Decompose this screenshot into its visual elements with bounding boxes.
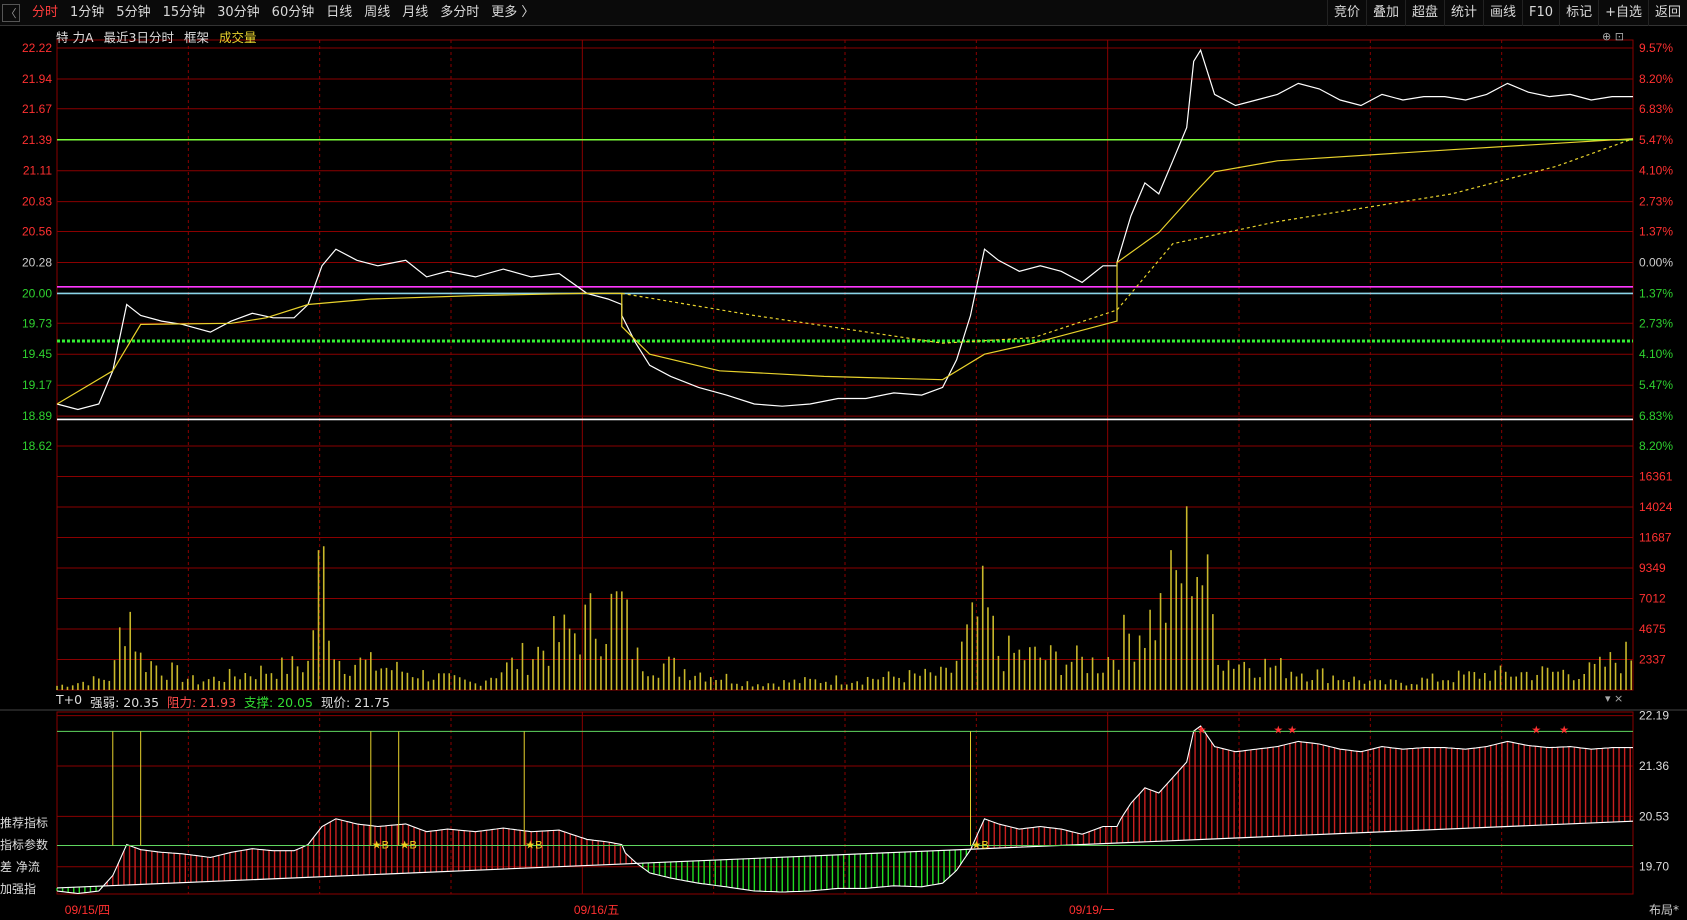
price-tick-label: 21.39 xyxy=(22,133,52,147)
toolbar-button-8[interactable]: 返回 xyxy=(1647,0,1687,26)
side-label-0[interactable]: 推荐指标 xyxy=(0,812,55,834)
price-tick-label: 21.94 xyxy=(22,72,52,86)
toolbar-button-0[interactable]: 竞价 xyxy=(1326,0,1366,26)
indicator-resistance: 阻力: 21.93 xyxy=(167,695,237,710)
price-tick-label: 18.89 xyxy=(22,409,52,423)
indicator-price: 现价: 21.75 xyxy=(321,695,390,710)
pct-tick-label: 1.37% xyxy=(1639,286,1673,300)
toolbar-button-6[interactable]: 标记 xyxy=(1559,0,1598,26)
tab-10[interactable]: 更多 〉 xyxy=(485,0,540,26)
pct-tick-label: 2.73% xyxy=(1639,195,1673,209)
toolbar-button-4[interactable]: 画线 xyxy=(1483,0,1522,26)
panel-controls-top[interactable]: ⊕ ⊡ xyxy=(1602,30,1624,43)
toolbar-button-5[interactable]: F10 xyxy=(1522,0,1559,26)
indicator-info-bar: T+0 强弱: 20.35 阻力: 21.93 支撑: 20.05 现价: 21… xyxy=(56,692,390,711)
price-line xyxy=(56,48,1633,411)
toolbar: 〈 分时 1分钟 5分钟 15分钟 30分钟 60分钟 日线 周线 月线 多分时 更多 〉 竞价 叠加… xyxy=(0,0,1687,26)
tab-1[interactable]: 1分钟 xyxy=(64,0,110,26)
buy-signal-mark: ★B xyxy=(525,839,542,851)
price-tick-label: 21.11 xyxy=(23,164,52,178)
volume-tick-label: 16361 xyxy=(1639,470,1673,484)
pct-tick-label: 0.00% xyxy=(1639,255,1673,269)
panel-controls-bottom[interactable]: ▾ × xyxy=(1605,692,1623,705)
volume-tick-label: 2337 xyxy=(1639,653,1666,667)
tab-9[interactable]: 多分时 xyxy=(434,0,485,26)
buy-signal-mark: ★B xyxy=(972,839,989,851)
layout-button[interactable]: 布局* xyxy=(1649,901,1679,918)
pct-tick-label: 5.47% xyxy=(1639,378,1673,392)
volume-tick-label: 14024 xyxy=(1639,500,1673,514)
volume-tick-label: 7012 xyxy=(1639,592,1666,606)
chart-mode[interactable]: 最近3日分时 xyxy=(104,27,174,46)
volume-label: 成交量 xyxy=(219,30,257,45)
pct-tick-label: 4.10% xyxy=(1639,347,1673,361)
pct-tick-label: 4.10% xyxy=(1639,164,1673,178)
pct-tick-label: 5.47% xyxy=(1639,133,1673,147)
indicator-strength: 强弱: 20.35 xyxy=(90,695,160,710)
indicator-tick-label: 19.70 xyxy=(1639,860,1669,874)
price-tick-label: 18.62 xyxy=(22,439,52,453)
volume-tick-label: 4675 xyxy=(1639,622,1666,636)
cumulative-average-line xyxy=(621,138,1634,344)
pct-tick-label: 8.20% xyxy=(1639,72,1673,86)
pct-tick-label: 1.37% xyxy=(1639,225,1673,239)
side-label-2[interactable]: 差 净流 xyxy=(0,856,55,878)
toolbar-right-buttons: 竞价 叠加 超盘 统计 画线 F10 标记 +自选 返回 xyxy=(1326,0,1687,26)
toolbar-button-1[interactable]: 叠加 xyxy=(1365,0,1405,26)
price-tick-label: 20.00 xyxy=(22,286,52,300)
frame-label[interactable]: 框架 xyxy=(184,27,209,46)
pct-tick-label: 8.20% xyxy=(1639,439,1673,453)
tab-2[interactable]: 5分钟 xyxy=(110,0,156,26)
pct-tick-label: 6.83% xyxy=(1639,102,1673,116)
indicator-support: 支撑: 20.05 xyxy=(244,695,314,710)
chart-info-bar: 特 力A 最近3日分时 框架 成交量 xyxy=(56,27,257,46)
toolbar-button-7[interactable]: +自选 xyxy=(1598,0,1648,26)
tab-4[interactable]: 30分钟 xyxy=(211,0,266,26)
price-tick-label: 21.67 xyxy=(22,102,52,116)
price-tick-label: 19.73 xyxy=(22,316,52,330)
pct-tick-label: 2.73% xyxy=(1639,316,1673,330)
sell-star-icon: ★ xyxy=(1197,723,1207,736)
volume-tick-label: 9349 xyxy=(1639,561,1666,575)
indicator-baseline xyxy=(56,820,1634,889)
sell-star-icon: ★ xyxy=(1559,723,1569,736)
stock-chart[interactable]: 22.22 9.57% 21.94 8.20% 21.67 6.83% 21.39 5.47%… xyxy=(0,26,1687,920)
date-label: 09/15/四 xyxy=(65,903,110,917)
indicator-tick-label: 22.19 xyxy=(1639,709,1669,723)
date-label: 09/16/五 xyxy=(574,903,619,917)
indicator-tick-label: 21.36 xyxy=(1639,759,1669,773)
indicator-histogram xyxy=(56,725,1631,894)
date-label: 09/19/一 xyxy=(1069,903,1114,917)
price-tick-label: 19.17 xyxy=(22,378,52,392)
indicator-side-labels: 推荐指标 指标参数差 净流 加强指 xyxy=(0,812,55,900)
sell-star-icon: ★ xyxy=(1287,723,1297,736)
tab-5[interactable]: 60分钟 xyxy=(266,0,321,26)
tab-6[interactable]: 日线 xyxy=(320,0,358,26)
price-tick-label: 19.45 xyxy=(22,347,52,361)
toolbar-button-2[interactable]: 超盘 xyxy=(1404,0,1444,26)
side-label-3[interactable]: 加强指 xyxy=(0,878,55,900)
price-tick-label: 20.83 xyxy=(22,195,52,209)
price-tick-label: 22.22 xyxy=(22,41,52,55)
indicator-tick-label: 20.53 xyxy=(1639,809,1669,823)
buy-signal-mark: ★B xyxy=(372,839,389,851)
price-tick-label: 20.28 xyxy=(22,255,52,269)
tab-8[interactable]: 月线 xyxy=(396,0,434,26)
sell-star-icon: ★ xyxy=(1531,723,1541,736)
tab-3[interactable]: 15分钟 xyxy=(157,0,212,26)
indicator-name: T+0 xyxy=(56,692,83,707)
toolbar-button-3[interactable]: 统计 xyxy=(1444,0,1483,26)
volume-tick-label: 11687 xyxy=(1639,531,1672,545)
tab-0[interactable]: 分时 xyxy=(26,0,64,26)
price-tick-label: 20.56 xyxy=(22,225,52,239)
tab-7[interactable]: 周线 xyxy=(358,0,396,26)
stock-name: 特 力A xyxy=(56,30,94,45)
period-tabs: 分时 1分钟 5分钟 15分钟 30分钟 60分钟 日线 周线 月线 多分时 更多 〉 xyxy=(26,0,540,26)
pct-tick-label: 6.83% xyxy=(1639,409,1673,423)
sell-star-icon: ★ xyxy=(1273,723,1283,736)
pct-tick-label: 9.57% xyxy=(1639,41,1673,55)
buy-signal-mark: ★B xyxy=(400,839,417,851)
back-arrow-icon[interactable]: 〈 xyxy=(2,3,20,22)
side-label-1[interactable]: 指标参数 xyxy=(0,834,55,856)
